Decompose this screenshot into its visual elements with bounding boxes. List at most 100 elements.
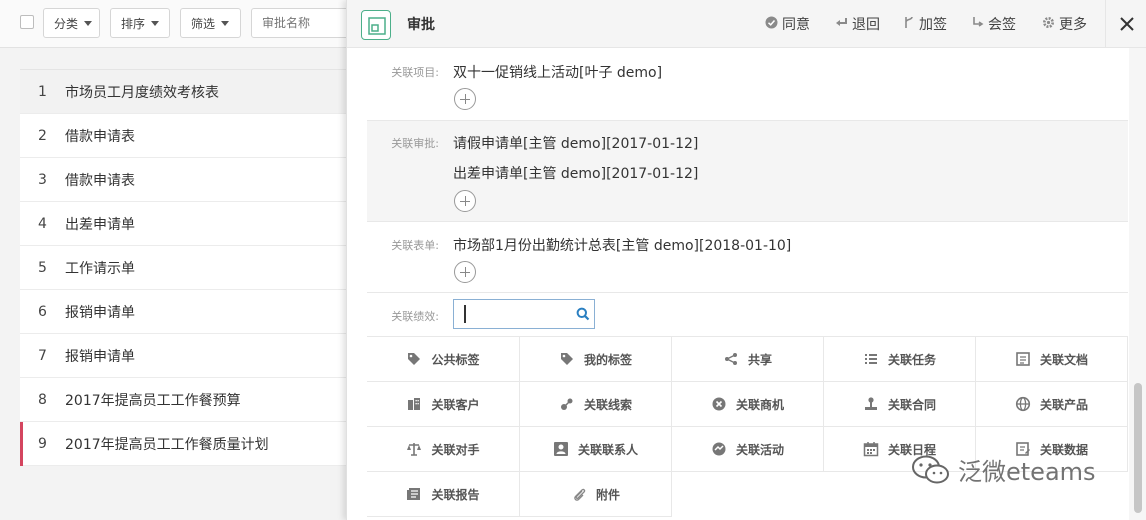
item-number: 4 bbox=[38, 215, 47, 232]
add-approval-icon[interactable] bbox=[454, 190, 476, 212]
grid-item-label: 我的标签 bbox=[583, 352, 632, 367]
select-all-checkbox[interactable] bbox=[20, 15, 34, 29]
panel-scrollbar[interactable] bbox=[1129, 48, 1146, 520]
attachment-button[interactable]: 附件 bbox=[520, 472, 672, 517]
add-sign-label: 加签 bbox=[919, 17, 947, 33]
branch-icon bbox=[904, 16, 915, 32]
related-form-link[interactable]: 市场部1月份出勤统计总表[主管 demo][2018-01-10] bbox=[453, 235, 791, 255]
grid-item-label: 共享 bbox=[747, 352, 772, 367]
item-title: 借款申请表 bbox=[65, 128, 135, 145]
return-button[interactable]: 退回 bbox=[835, 14, 880, 34]
category-label: 分类 bbox=[54, 16, 79, 31]
item-number: 7 bbox=[38, 347, 47, 364]
list-item[interactable]: 6 报销申请单 bbox=[20, 290, 360, 334]
list-item[interactable]: 4 出差申请单 bbox=[20, 202, 360, 246]
item-number: 8 bbox=[38, 391, 47, 408]
sort-label: 排序 bbox=[121, 16, 146, 31]
opportunity-icon bbox=[711, 396, 727, 412]
related-approval-link[interactable]: 请假申请单[主管 demo][2017-01-12] bbox=[453, 133, 698, 153]
approval-app-icon bbox=[361, 10, 391, 40]
related-activity-button[interactable]: 关联活动 bbox=[672, 427, 824, 472]
return-arrow-icon bbox=[835, 16, 848, 32]
tag-icon bbox=[406, 351, 422, 367]
performance-search-input[interactable] bbox=[453, 299, 595, 329]
wechat-icon bbox=[912, 455, 949, 483]
list-item[interactable]: 3 借款申请表 bbox=[20, 158, 360, 202]
add-form-icon[interactable] bbox=[454, 261, 476, 283]
item-number: 1 bbox=[38, 83, 47, 100]
list-item[interactable]: 2 借款申请表 bbox=[20, 114, 360, 158]
countersign-button[interactable]: 会签 bbox=[972, 14, 1016, 34]
list-item[interactable]: 8 2017年提高员工工作餐预算 bbox=[20, 378, 360, 422]
item-title: 2017年提高员工工作餐质量计划 bbox=[65, 436, 269, 453]
public-tag-button[interactable]: 公共标签 bbox=[367, 337, 520, 382]
my-tag-button[interactable]: 我的标签 bbox=[520, 337, 672, 382]
related-report-button[interactable]: 关联报告 bbox=[367, 472, 520, 517]
item-number: 2 bbox=[38, 127, 47, 144]
related-opportunity-button[interactable]: 关联商机 bbox=[672, 382, 824, 427]
globe-icon bbox=[1015, 396, 1031, 412]
related-approval-link[interactable]: 出差申请单[主管 demo][2017-01-12] bbox=[453, 163, 698, 183]
related-items-grid: 公共标签 我的标签 共享 关联任务 关联文档 关联客户 关联线索 关联商机 关联… bbox=[367, 336, 1128, 517]
item-title: 报销申请单 bbox=[65, 348, 135, 365]
related-product-button[interactable]: 关联产品 bbox=[976, 382, 1128, 427]
list-item[interactable]: 1 市场员工月度绩效考核表 bbox=[20, 70, 360, 114]
approval-detail-panel: 审批 同意 退回 加签 会签 更多 关联项目: 双十一促销线上活动[叶子 dem… bbox=[346, 0, 1146, 520]
share-button[interactable]: 共享 bbox=[672, 337, 824, 382]
related-contract-button[interactable]: 关联合同 bbox=[824, 382, 976, 427]
grid-item-label: 关联合同 bbox=[887, 397, 936, 412]
scale-icon bbox=[406, 441, 422, 457]
grid-item-label: 关联活动 bbox=[735, 442, 784, 457]
grid-item-label: 附件 bbox=[595, 487, 620, 502]
related-contact-button[interactable]: 关联联系人 bbox=[520, 427, 672, 472]
list-toolbar: 分类 排序 筛选 bbox=[0, 0, 371, 48]
panel-body: 关联项目: 双十一促销线上活动[叶子 demo] 关联审批: 请假申请单[主管 … bbox=[367, 48, 1128, 520]
share-icon bbox=[723, 351, 739, 367]
scrollbar-thumb[interactable] bbox=[1134, 383, 1142, 513]
grid-item-label: 关联商机 bbox=[735, 397, 784, 412]
calendar-icon bbox=[863, 441, 879, 457]
filter-dropdown[interactable]: 筛选 bbox=[180, 8, 241, 38]
list-item[interactable]: 7 报销申请单 bbox=[20, 334, 360, 378]
agree-button[interactable]: 同意 bbox=[765, 14, 810, 34]
list-item-selected[interactable]: 9 2017年提高员工工作餐质量计划 bbox=[20, 422, 360, 466]
grid-item-label: 关联产品 bbox=[1039, 397, 1088, 412]
close-button[interactable] bbox=[1105, 0, 1146, 48]
add-project-icon[interactable] bbox=[454, 88, 476, 110]
text-cursor bbox=[464, 305, 466, 323]
related-task-button[interactable]: 关联任务 bbox=[824, 337, 976, 382]
countersign-label: 会签 bbox=[988, 17, 1016, 33]
more-button[interactable]: 更多 bbox=[1042, 14, 1087, 34]
watermark-text: 泛微eteams bbox=[958, 458, 1096, 486]
filter-label: 筛选 bbox=[191, 16, 216, 31]
related-approval-section: 关联审批: 请假申请单[主管 demo][2017-01-12] 出差申请单[主… bbox=[367, 121, 1128, 222]
add-sign-button[interactable]: 加签 bbox=[904, 14, 947, 34]
list-item[interactable]: 5 工作请示单 bbox=[20, 246, 360, 290]
category-dropdown[interactable]: 分类 bbox=[43, 8, 100, 38]
watermark: 泛微eteams bbox=[910, 452, 1096, 487]
grid-item-label: 关联任务 bbox=[887, 352, 936, 367]
sort-dropdown[interactable]: 排序 bbox=[110, 8, 170, 38]
document-icon bbox=[1015, 351, 1031, 367]
stamp-icon bbox=[863, 396, 879, 412]
related-document-button[interactable]: 关联文档 bbox=[976, 337, 1128, 382]
item-number: 6 bbox=[38, 303, 47, 320]
approval-list-panel: 分类 排序 筛选 1 市场员工月度绩效考核表 2 借款申请表 3 借款申请表 4… bbox=[0, 0, 371, 520]
grid-item-label: 公共标签 bbox=[431, 352, 480, 367]
related-approval-label: 关联审批: bbox=[391, 137, 439, 150]
item-title: 出差申请单 bbox=[65, 216, 135, 233]
grid-item-label: 关联文档 bbox=[1039, 352, 1088, 367]
chevron-down-icon bbox=[221, 20, 230, 26]
close-icon bbox=[1120, 17, 1134, 31]
related-customer-button[interactable]: 关联客户 bbox=[367, 382, 520, 427]
related-clue-button[interactable]: 关联线索 bbox=[520, 382, 672, 427]
related-competitor-button[interactable]: 关联对手 bbox=[367, 427, 520, 472]
search-icon[interactable] bbox=[576, 307, 590, 321]
item-number: 3 bbox=[38, 171, 47, 188]
item-title: 借款申请表 bbox=[65, 172, 135, 189]
related-project-link[interactable]: 双十一促销线上活动[叶子 demo] bbox=[453, 62, 662, 82]
panel-title: 审批 bbox=[407, 17, 435, 33]
agree-label: 同意 bbox=[782, 17, 810, 33]
clue-icon bbox=[559, 396, 575, 412]
related-form-label: 关联表单: bbox=[391, 239, 439, 252]
